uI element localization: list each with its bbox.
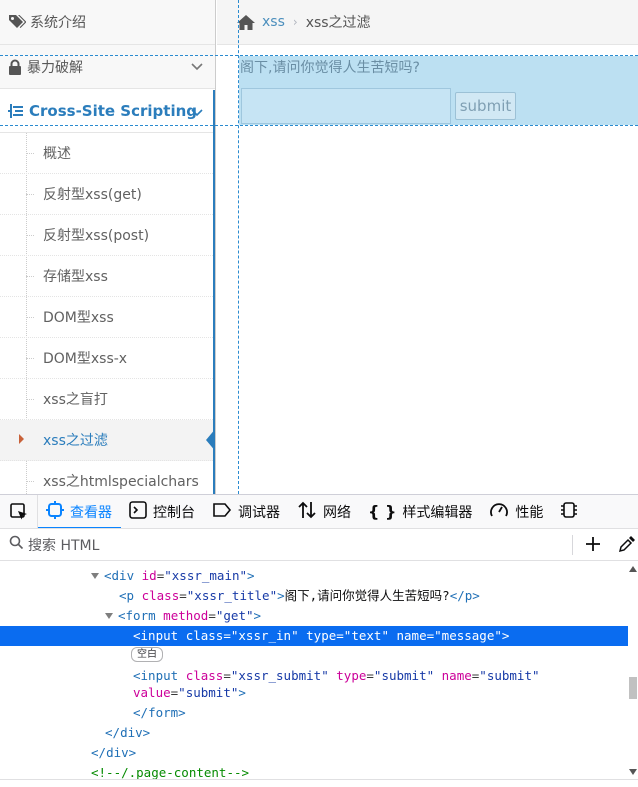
sidebar-item-reflected-post[interactable]: 反射型xss(post) xyxy=(0,215,215,256)
markup-tree: <div id="xssr_main"> <p class="xssr_titl… xyxy=(0,563,628,779)
sidebar-item-label: 概述 xyxy=(43,146,71,162)
inspector-icon xyxy=(46,500,64,523)
sidebar-active-edge xyxy=(213,90,215,494)
highlight-guide-bottom xyxy=(0,125,638,126)
list-tree-icon xyxy=(8,103,24,119)
sidebar-item-label: 反射型xss(get) xyxy=(43,187,142,203)
sidebar-item-reflected-get[interactable]: 反射型xss(get) xyxy=(0,174,215,215)
performance-icon xyxy=(489,501,509,523)
tab-inspector[interactable]: 查看器 xyxy=(38,495,121,528)
scroll-thumb[interactable] xyxy=(629,677,637,699)
tab-memory[interactable] xyxy=(552,495,587,528)
tab-network[interactable]: 网络 xyxy=(289,495,360,528)
devtools-panel: 查看器 控制台 调试器 网络 { } 样式编辑器 性能 搜索 HTML <div… xyxy=(0,494,638,787)
tab-label: 调试器 xyxy=(238,504,280,521)
sidebar-item-filter[interactable]: xss之过滤 xyxy=(0,420,215,461)
submit-button[interactable]: submit xyxy=(455,92,516,120)
debugger-icon xyxy=(212,502,232,522)
sidebar-group-bruteforce[interactable]: 暴力破解 xyxy=(0,45,215,89)
tree-node-comment[interactable]: <!--/.page-content--> xyxy=(0,763,628,779)
tree-node-close-div[interactable]: </div> xyxy=(0,743,628,763)
html-search-bar[interactable]: 搜索 HTML xyxy=(0,529,638,561)
search-input[interactable]: 搜索 HTML xyxy=(28,535,99,555)
sidebar-item-label: xss之盲打 xyxy=(43,392,108,408)
eyedropper-icon[interactable] xyxy=(618,535,636,557)
sidebar-item-dom[interactable]: DOM型xss xyxy=(0,297,215,338)
devtools-toolbar: 查看器 控制台 调试器 网络 { } 样式编辑器 性能 xyxy=(0,495,638,529)
tab-performance[interactable]: 性能 xyxy=(481,495,552,528)
element-picker-icon[interactable] xyxy=(0,495,38,528)
sidebar-item-label: xss之过滤 xyxy=(43,433,108,449)
chevron-down-icon xyxy=(191,103,203,121)
tab-style-editor[interactable]: { } 样式编辑器 xyxy=(360,495,481,528)
sidebar: 系统介绍 暴力破解 Cross-Site Scripting 概述 反射型xss… xyxy=(0,0,216,494)
breadcrumb-current: xss之过滤 xyxy=(305,15,371,31)
tree-node-div-main[interactable]: <div id="xssr_main"> xyxy=(0,566,628,586)
search-icon xyxy=(9,535,24,554)
expand-toggle-icon[interactable] xyxy=(91,573,99,579)
markup-scrollbar[interactable] xyxy=(628,563,638,779)
tab-label: 网络 xyxy=(323,504,351,521)
tab-label: 样式编辑器 xyxy=(402,504,473,521)
sidebar-item-label: DOM型xss xyxy=(43,310,114,326)
tree-node-form[interactable]: <form method="get"> xyxy=(0,606,628,626)
chevron-down-icon xyxy=(191,59,203,75)
sidebar-item-label: 存储型xss xyxy=(43,269,108,285)
home-icon[interactable] xyxy=(236,14,256,31)
scroll-up-icon[interactable] xyxy=(629,566,637,572)
style-editor-icon: { } xyxy=(368,502,397,521)
sidebar-item-dom-x[interactable]: DOM型xss-x xyxy=(0,338,215,379)
sidebar-item-stored[interactable]: 存储型xss xyxy=(0,256,215,297)
tab-label: 控制台 xyxy=(153,504,195,521)
tab-debugger[interactable]: 调试器 xyxy=(204,495,289,528)
tree-node-close-form[interactable]: </form> xyxy=(0,703,628,723)
highlight-guide-left xyxy=(238,0,239,494)
tree-node-close-div[interactable]: </div> xyxy=(0,723,628,743)
sidebar-item-blind[interactable]: xss之盲打 xyxy=(0,379,215,420)
tree-node-input-submit-cont: value="submit"> xyxy=(133,685,246,700)
scroll-down-icon[interactable] xyxy=(629,769,637,775)
tags-icon xyxy=(8,14,26,30)
sidebar-group-label: Cross-Site Scripting xyxy=(29,101,198,120)
sidebar-item-overview[interactable]: 概述 xyxy=(0,133,215,174)
tree-node-p-title[interactable]: <p class="xssr_title">阁下,请问你觉得人生苦短吗?</p> xyxy=(0,586,628,606)
sidebar-submenu: 概述 反射型xss(get) 反射型xss(post) 存储型xss DOM型x… xyxy=(0,133,215,494)
network-icon xyxy=(297,501,317,523)
tree-node-input-message[interactable]: <input class="xssr_in" type="text" name=… xyxy=(0,626,628,646)
sidebar-item-system-intro[interactable]: 系统介绍 xyxy=(0,0,215,45)
sidebar-item-htmlspecialchars[interactable]: xss之htmlspecialchars xyxy=(0,461,215,494)
console-icon xyxy=(129,500,147,523)
breadcrumb-separator: › xyxy=(292,15,298,29)
breadcrumb-link-xss[interactable]: xss xyxy=(262,14,285,30)
message-input[interactable] xyxy=(241,88,451,124)
sidebar-group-label: 暴力破解 xyxy=(27,59,83,76)
sidebar-group-xss[interactable]: Cross-Site Scripting xyxy=(0,89,215,133)
sidebar-item-label: DOM型xss-x xyxy=(43,351,128,367)
whitespace-badge[interactable]: 空白 xyxy=(131,647,163,662)
memory-icon xyxy=(560,501,578,523)
toolbar-separator xyxy=(572,535,573,555)
sidebar-item-label: xss之htmlspecialchars xyxy=(43,474,199,490)
highlight-guide-top xyxy=(0,55,638,56)
tab-label: 性能 xyxy=(515,504,544,521)
caret-right-icon xyxy=(19,434,24,444)
sidebar-item-label: 反射型xss(post) xyxy=(43,228,150,244)
lock-icon xyxy=(8,59,22,75)
tab-label: 查看器 xyxy=(70,504,112,521)
expand-toggle-icon[interactable] xyxy=(105,613,113,619)
breadcrumb: xss › xss之过滤 xyxy=(217,0,638,45)
add-node-icon[interactable] xyxy=(584,535,602,557)
tab-console[interactable]: 控制台 xyxy=(121,495,204,528)
breadcrumb-status-bar xyxy=(0,779,638,787)
xssr-title: 阁下,请问你觉得人生苦短吗? xyxy=(240,60,420,76)
sidebar-item-label: 系统介绍 xyxy=(30,15,86,31)
